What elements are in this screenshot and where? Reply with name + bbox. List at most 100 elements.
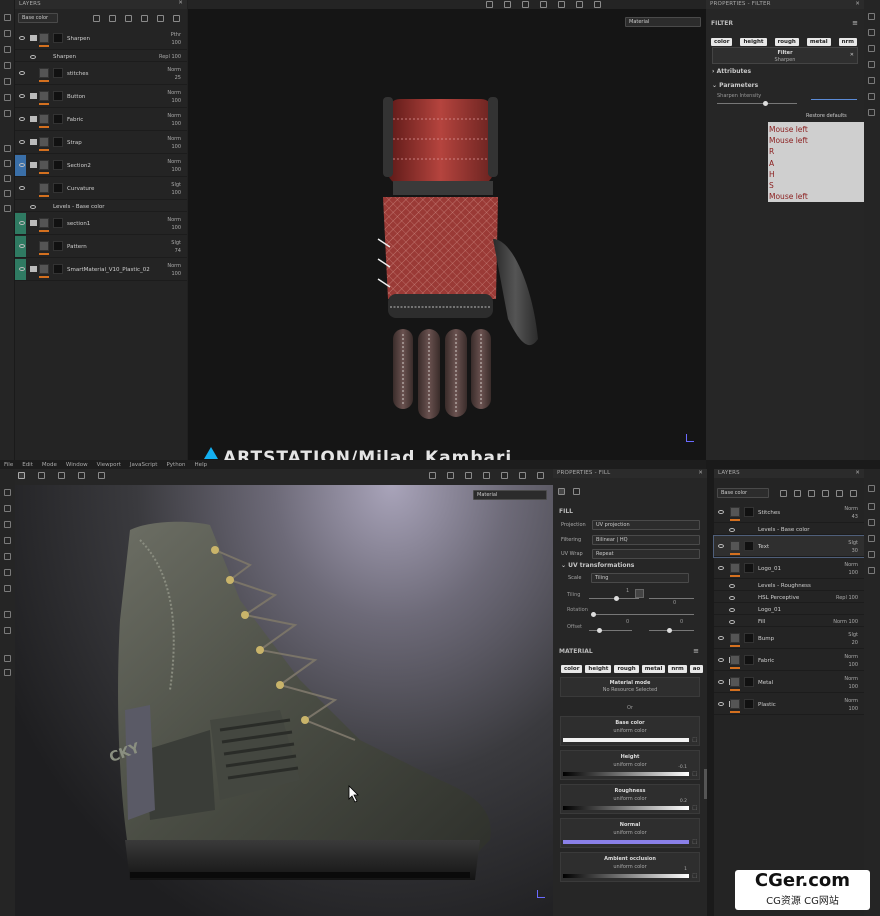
layer-row[interactable]: Logo_01 Norm 100 xyxy=(714,558,864,579)
layer-blend-info[interactable]: Repl 100 xyxy=(836,594,858,602)
layers-icon[interactable] xyxy=(4,669,11,676)
layer-row[interactable]: Sharpen Repl 100 xyxy=(15,51,187,62)
rotation-knob[interactable] xyxy=(591,612,596,617)
layer-blend-info[interactable]: Norm 100 xyxy=(167,262,181,278)
layer-blend-info[interactable]: Norm 100 xyxy=(844,561,858,577)
rotation-slider[interactable] xyxy=(591,612,694,617)
brush-icon[interactable] xyxy=(4,14,11,21)
visibility-icon[interactable] xyxy=(19,94,25,98)
visibility-icon[interactable] xyxy=(19,140,25,144)
camera-icon[interactable] xyxy=(486,1,493,8)
settings-icon[interactable] xyxy=(868,535,875,542)
settings-icon[interactable] xyxy=(868,61,875,68)
symmetry-icon[interactable] xyxy=(38,472,45,479)
menu-viewport[interactable]: Viewport xyxy=(97,462,121,468)
clone-icon[interactable] xyxy=(4,569,11,576)
projection-select[interactable]: UV projection xyxy=(592,520,700,530)
attributes-toggle[interactable]: › Attributes xyxy=(712,69,751,75)
smudge-icon[interactable] xyxy=(4,78,11,85)
grid-icon[interactable] xyxy=(18,472,25,479)
shelf-icon[interactable] xyxy=(868,13,875,20)
layer-row[interactable]: Fabric Norm 100 xyxy=(714,650,864,671)
bake-icon[interactable] xyxy=(4,145,11,152)
layer-row[interactable]: Sharpen Pthr 100 xyxy=(15,28,187,50)
visibility-icon[interactable] xyxy=(729,584,735,588)
add-folder-icon[interactable] xyxy=(157,14,164,22)
visibility-icon[interactable] xyxy=(718,544,724,548)
layer-blend-info[interactable]: Norm 25 xyxy=(167,66,181,82)
channel-select[interactable]: Base color xyxy=(18,13,58,23)
tiling-knob[interactable] xyxy=(614,596,619,601)
brush-icon[interactable] xyxy=(4,489,11,496)
visibility-icon[interactable] xyxy=(729,596,735,600)
polygon-fill-icon[interactable] xyxy=(4,62,11,69)
channel-value-bar[interactable] xyxy=(563,806,689,810)
channel-slot-base-color[interactable]: Base color uniform color ⬚ xyxy=(560,716,700,746)
channel-chip-metal[interactable]: metal xyxy=(806,38,831,46)
menu-edit[interactable]: Edit xyxy=(22,462,33,468)
visibility-icon[interactable] xyxy=(729,620,735,624)
channel-chip-height[interactable]: height xyxy=(585,665,612,673)
visibility-icon[interactable] xyxy=(718,658,724,662)
close-icon[interactable]: ✕ xyxy=(855,470,860,476)
polygon-fill-icon[interactable] xyxy=(4,537,11,544)
restore-defaults-button[interactable]: Restore defaults xyxy=(806,113,847,119)
offset-x-slider[interactable] xyxy=(589,628,632,633)
add-mask-icon[interactable] xyxy=(794,489,801,497)
picker-icon[interactable]: ⬚ xyxy=(692,839,697,845)
layer-blend-info[interactable]: Norm 100 xyxy=(167,135,181,151)
menu-window[interactable]: Window xyxy=(66,462,88,468)
picker-icon[interactable] xyxy=(4,110,11,117)
trash-icon[interactable] xyxy=(173,14,180,22)
screenshot-icon[interactable] xyxy=(594,1,601,8)
visibility-icon[interactable] xyxy=(19,267,25,271)
layer-row[interactable]: Curvature Slgt 100 xyxy=(15,178,187,200)
layer-blend-info[interactable]: Slgt 30 xyxy=(848,539,858,555)
picker-icon[interactable]: ⬚ xyxy=(692,771,697,777)
layer-row[interactable]: Fill Norm 100 xyxy=(714,616,864,627)
layer-row[interactable]: Text Slgt 30 xyxy=(713,535,865,558)
channel-chip-nrm[interactable]: nrm xyxy=(838,38,857,46)
bake-icon[interactable] xyxy=(4,611,11,618)
menu-file[interactable]: File xyxy=(4,462,13,468)
channel-slot-height[interactable]: Height uniform color ⬚ -0.1 xyxy=(560,750,700,780)
channel-select[interactable]: Base color xyxy=(717,488,769,498)
material-mode-slot[interactable]: Material mode No Resource Selected xyxy=(560,677,700,697)
channel-chip-color[interactable]: color xyxy=(711,38,733,46)
camera-icon[interactable] xyxy=(868,519,875,526)
layer-blend-info[interactable]: Norm 100 xyxy=(167,112,181,128)
export-icon[interactable] xyxy=(4,627,11,634)
offset-x-knob[interactable] xyxy=(597,628,602,633)
visibility-icon[interactable] xyxy=(19,221,25,225)
layers-icon[interactable] xyxy=(4,205,11,212)
log-icon[interactable] xyxy=(868,567,875,574)
layer-blend-info[interactable]: Pthr 100 xyxy=(171,31,181,47)
visibility-icon[interactable] xyxy=(30,205,36,209)
layer-row[interactable]: Fabric Norm 100 xyxy=(15,109,187,131)
channel-chip-ao[interactable]: ao xyxy=(689,665,704,673)
smudge-icon[interactable] xyxy=(4,553,11,560)
shelf-icon[interactable] xyxy=(868,485,875,492)
material-tab-icon[interactable] xyxy=(573,488,580,495)
layer-blend-info[interactable]: Slgt 74 xyxy=(171,239,181,255)
channel-chip-nrm[interactable]: nrm xyxy=(668,665,687,673)
filter-resource[interactable]: Filter Sharpen ✕ xyxy=(712,47,858,64)
projection-icon[interactable] xyxy=(4,521,11,528)
channel-value-bar[interactable] xyxy=(563,874,689,878)
eraser-icon[interactable] xyxy=(4,505,11,512)
doc-icon[interactable] xyxy=(4,655,11,662)
layer-blend-info[interactable]: Norm 100 xyxy=(844,653,858,669)
material-select[interactable]: Material xyxy=(473,490,547,500)
menu-mode[interactable]: Mode xyxy=(42,462,57,468)
layer-row[interactable]: Stitches Norm 43 xyxy=(714,502,864,523)
layer-row[interactable]: Bump Slgt 20 xyxy=(714,628,864,649)
visibility-icon[interactable] xyxy=(19,117,25,121)
layer-blend-info[interactable]: Slgt 100 xyxy=(171,181,181,197)
tiling-slider[interactable] xyxy=(589,596,639,601)
layer-row[interactable]: Levels - Base color xyxy=(15,201,187,212)
layer-row[interactable]: Plastic Norm 100 xyxy=(714,694,864,715)
layer-blend-info[interactable]: Norm 100 xyxy=(844,697,858,713)
shelf-icon[interactable] xyxy=(4,175,11,182)
layer-blend-info[interactable]: Norm 100 xyxy=(167,89,181,105)
layer-blend-info[interactable]: Norm 100 xyxy=(833,618,858,626)
